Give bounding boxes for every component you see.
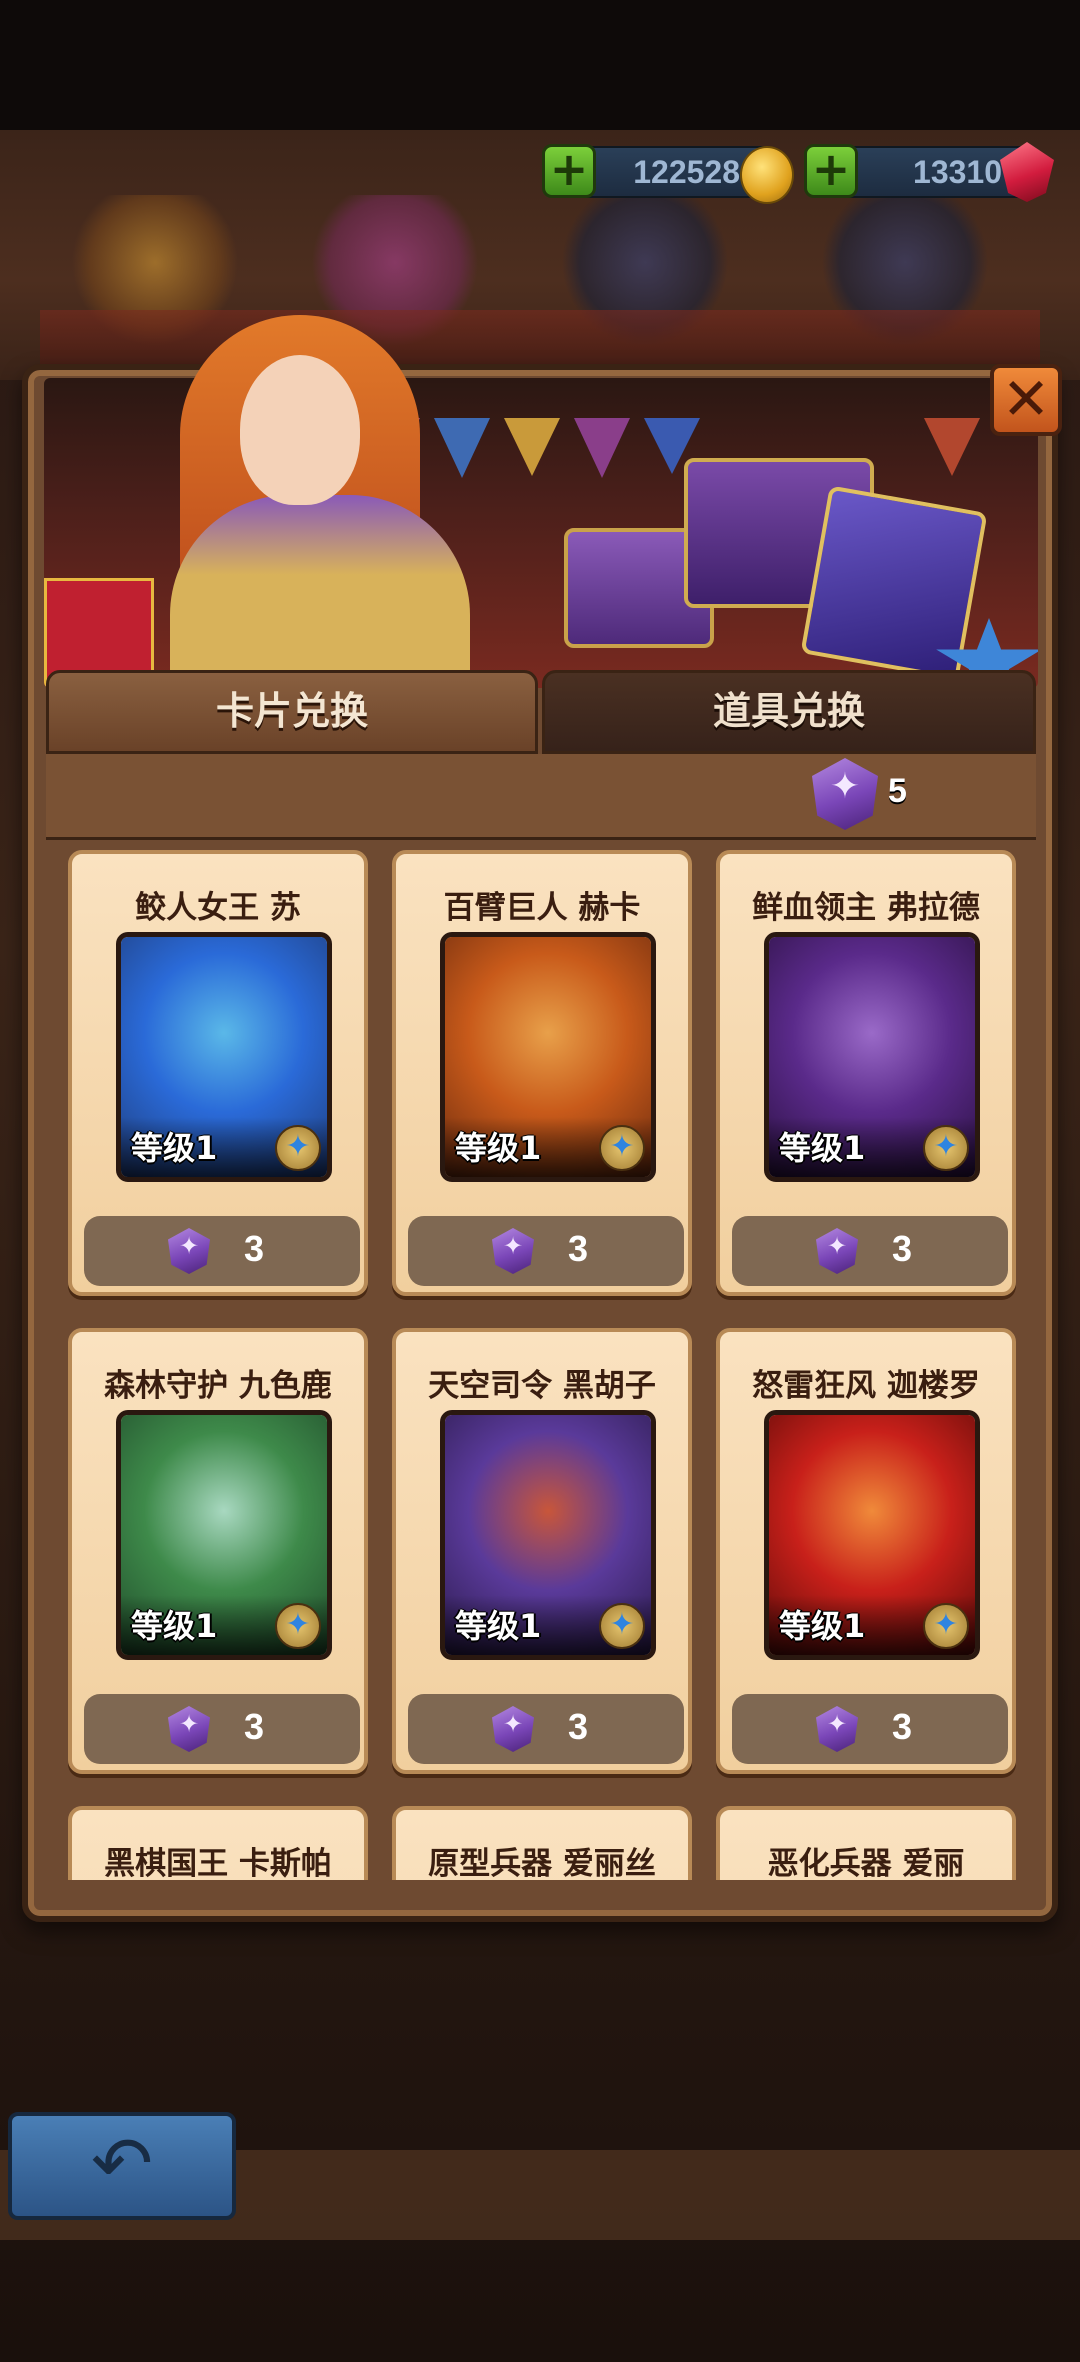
card-item[interactable]: 天空司令 黑胡子 等级1 ✦ 3	[392, 1328, 692, 1774]
star-badge-icon: ✦	[599, 1603, 645, 1649]
hero-level: 等级1	[779, 1129, 866, 1167]
coin-icon	[740, 146, 794, 204]
gem-amount: 13310	[913, 154, 1002, 190]
hero-portrait: 等级1 ✦	[764, 1410, 980, 1660]
star-badge-icon: ✦	[275, 1125, 321, 1171]
bunting-flag	[504, 418, 560, 476]
hero-portrait: 等级1 ✦	[764, 932, 980, 1182]
price-value: 3	[892, 1706, 913, 1747]
card-item[interactable]: 恶化兵器 爱丽	[716, 1806, 1016, 1880]
card-item[interactable]: 鲛人女王 苏 等级1 ✦ 3	[68, 850, 368, 1296]
card-name: 鲜血领主 弗拉德	[752, 890, 980, 926]
add-gems-button[interactable]: +	[804, 144, 858, 198]
exchange-button[interactable]: 3	[408, 1216, 684, 1286]
card-item[interactable]: 森林守护 九色鹿 等级1 ✦ 3	[68, 1328, 368, 1774]
close-button[interactable]: ✕	[990, 364, 1062, 436]
exchange-token-icon	[492, 1228, 534, 1274]
exchange-button[interactable]: 3	[408, 1694, 684, 1764]
exchange-token-icon	[168, 1706, 210, 1752]
hero-level: 等级1	[131, 1129, 218, 1167]
exchange-button[interactable]: 3	[84, 1216, 360, 1286]
hero-level: 等级1	[455, 1607, 542, 1645]
card-name: 原型兵器 爱丽丝	[428, 1846, 656, 1880]
gold-currency-bar: + 122528	[542, 144, 794, 204]
exchange-button[interactable]: 3	[732, 1216, 1008, 1286]
card-name: 恶化兵器 爱丽	[767, 1846, 965, 1880]
add-gold-button[interactable]: +	[542, 144, 596, 198]
price-value: 3	[892, 1228, 913, 1269]
price-value: 3	[568, 1228, 589, 1269]
hero-portrait: 等级1 ✦	[116, 1410, 332, 1660]
hero-portrait: 等级1 ✦	[440, 1410, 656, 1660]
gem-currency-bar: + 13310	[804, 142, 1054, 202]
card-item[interactable]: 原型兵器 爱丽丝	[392, 1806, 692, 1880]
card-item[interactable]: 鲜血领主 弗拉德 等级1 ✦ 3	[716, 850, 1016, 1296]
back-button[interactable]: ↶	[8, 2112, 236, 2220]
hero-level: 等级1	[779, 1607, 866, 1645]
tab-card-exchange[interactable]: 卡片兑换	[46, 670, 538, 754]
card-grid[interactable]: 鲛人女王 苏 等级1 ✦ 3 百臂巨人 赫卡 等级1 ✦ 3 鲜血领主 弗拉德	[46, 840, 1036, 1880]
hero-level: 等级1	[131, 1607, 218, 1645]
card-item[interactable]: 怒雷狂风 迦楼罗 等级1 ✦ 3	[716, 1328, 1016, 1774]
shopkeeper-heroine-illustration	[110, 315, 510, 695]
exchange-token-icon	[816, 1228, 858, 1274]
price-value: 3	[244, 1706, 265, 1747]
tab-item-exchange[interactable]: 道具兑换	[542, 670, 1036, 754]
gold-amount: 122528	[633, 154, 740, 190]
star-badge-icon: ✦	[599, 1125, 645, 1171]
exchange-button[interactable]: 3	[732, 1694, 1008, 1764]
card-name: 百臂巨人 赫卡	[443, 890, 641, 926]
price-value: 3	[568, 1706, 589, 1747]
exchange-token-icon	[168, 1228, 210, 1274]
card-name: 森林守护 九色鹿	[104, 1368, 332, 1404]
star-badge-icon: ✦	[923, 1603, 969, 1649]
card-item[interactable]: 黑棋国王 卡斯帕	[68, 1806, 368, 1880]
exchange-token-icon	[492, 1706, 534, 1752]
card-name: 天空司令 黑胡子	[428, 1368, 656, 1404]
card-name: 黑棋国王 卡斯帕	[104, 1846, 332, 1880]
bunting-flag	[574, 418, 630, 478]
bunting-flag	[924, 418, 980, 476]
exchange-token-icon	[812, 758, 878, 830]
heroine-face	[240, 355, 360, 505]
price-value: 3	[244, 1228, 265, 1269]
card-item[interactable]: 百臂巨人 赫卡 等级1 ✦ 3	[392, 850, 692, 1296]
star-badge-icon: ✦	[923, 1125, 969, 1171]
exchange-button[interactable]: 3	[84, 1694, 360, 1764]
star-badge-icon: ✦	[275, 1603, 321, 1649]
card-name: 鲛人女王 苏	[135, 890, 301, 926]
heroine-dress	[170, 495, 470, 695]
exchange-token-icon	[816, 1706, 858, 1752]
hero-portrait: 等级1 ✦	[116, 932, 332, 1182]
hero-level: 等级1	[455, 1129, 542, 1167]
card-name: 怒雷狂风 迦楼罗	[752, 1368, 980, 1404]
token-balance: 5	[888, 772, 907, 810]
hero-portrait: 等级1 ✦	[440, 932, 656, 1182]
top-status-band	[0, 0, 1080, 130]
